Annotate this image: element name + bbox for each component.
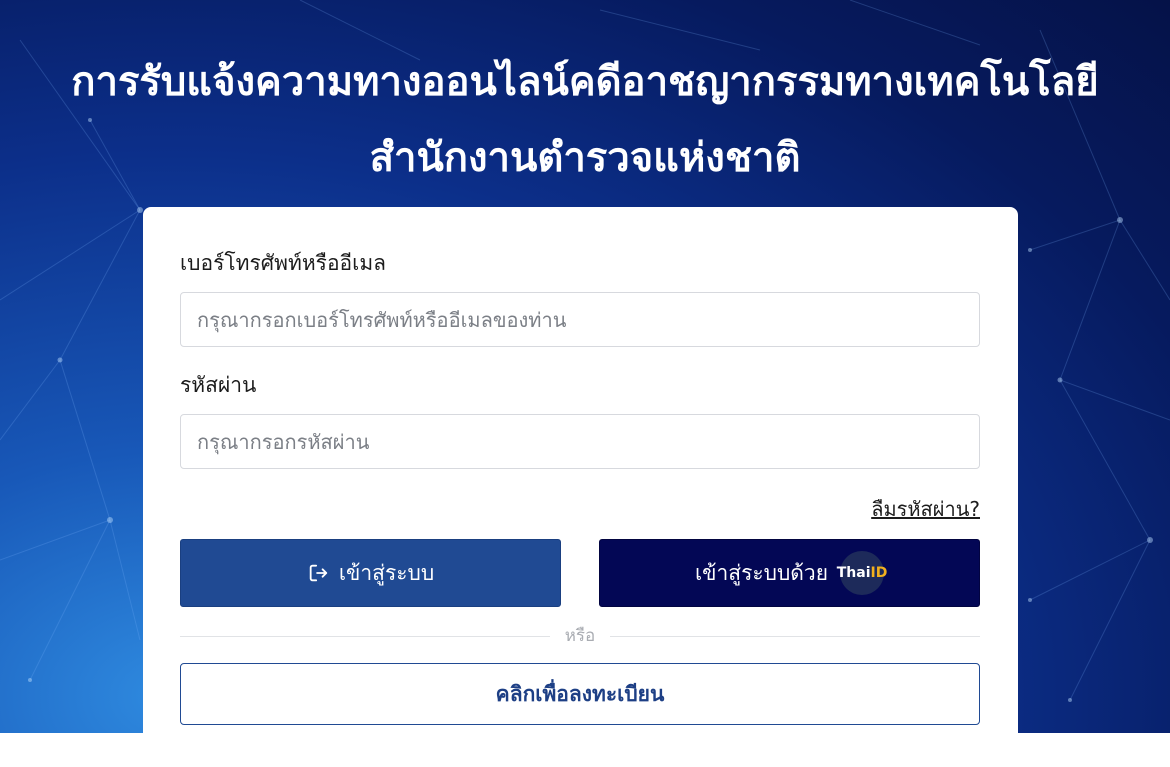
password-label: รหัสผ่าน — [180, 373, 257, 397]
login-card: เบอร์โทรศัพท์หรืออีเมล รหัสผ่าน ลืมรหัสผ… — [143, 207, 1018, 767]
thaid-logo-icon: Thai ID — [836, 551, 887, 595]
forgot-password-link[interactable]: ลืมรหัสผ่าน? — [871, 493, 980, 525]
thaid-login-button[interactable]: เข้าสู่ระบบด้วย Thai ID — [599, 539, 980, 607]
register-button[interactable]: คลิกเพื่อลงทะเบียน — [180, 663, 980, 725]
login-button-label: เข้าสู่ระบบ — [338, 560, 435, 585]
page-title: การรับแจ้งความทางออนไลน์คดีอาชญากรรมทางเ… — [71, 59, 1099, 105]
thaid-logo-id: ID — [870, 565, 888, 581]
or-divider: หรือ — [180, 625, 980, 647]
username-input[interactable] — [180, 292, 980, 347]
login-button[interactable]: เข้าสู่ระบบ — [180, 539, 561, 607]
password-input[interactable] — [180, 414, 980, 469]
page-subtitle: สำนักงานตำรวจแห่งชาติ — [369, 135, 801, 181]
username-label: เบอร์โทรศัพท์หรืออีเมล — [180, 251, 387, 275]
sign-in-icon — [307, 562, 329, 584]
thaid-logo-thai: Thai — [836, 565, 871, 581]
thaid-button-label: เข้าสู่ระบบด้วย — [694, 560, 829, 585]
divider-line-right — [610, 636, 980, 637]
